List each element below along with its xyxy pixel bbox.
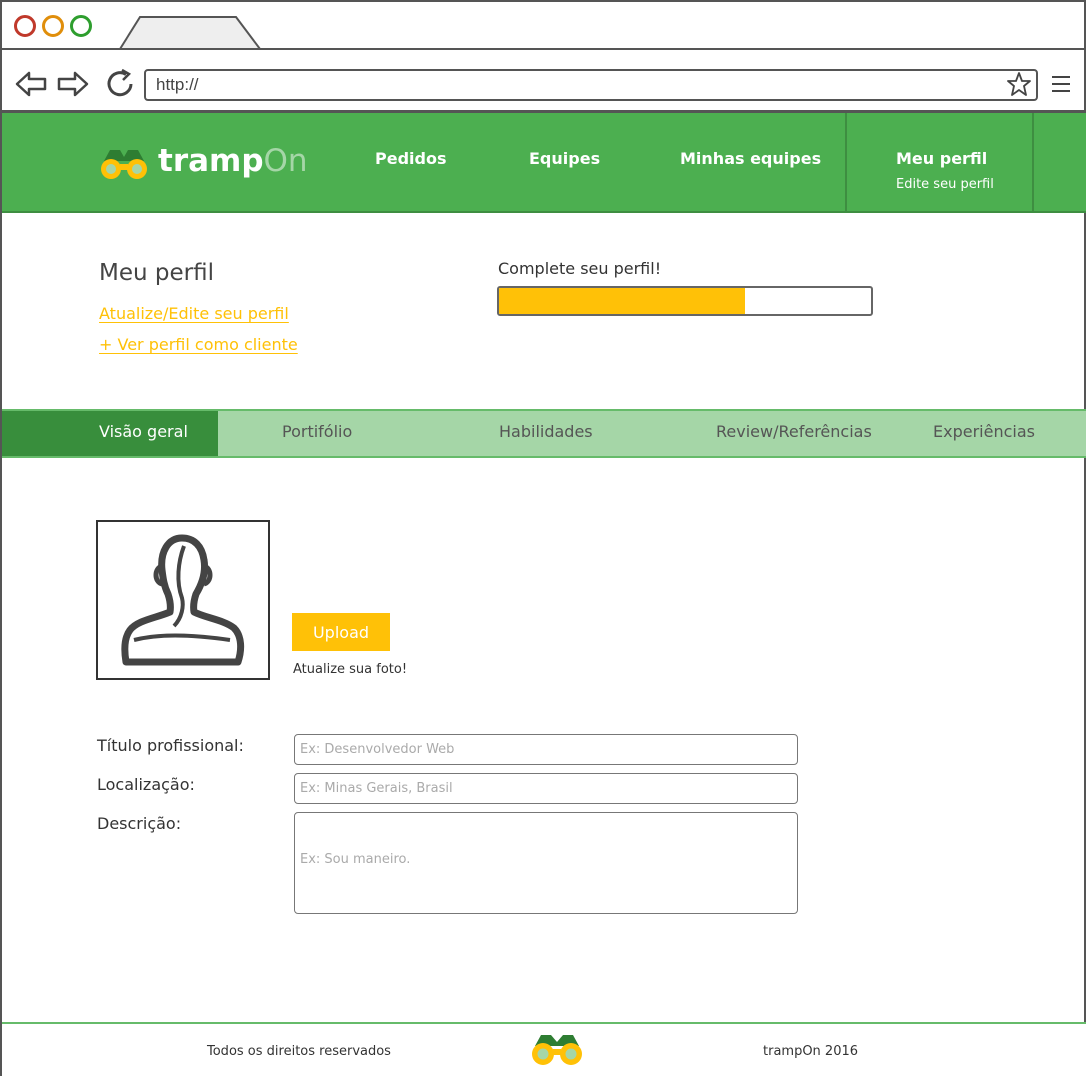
tab-habilidades[interactable]: Habilidades bbox=[499, 411, 593, 456]
tab-experiencias[interactable]: Experiências bbox=[933, 411, 1035, 456]
close-window-button[interactable] bbox=[14, 15, 36, 37]
browser-tab[interactable] bbox=[118, 16, 262, 50]
user-silhouette-icon bbox=[121, 534, 245, 666]
site-header: trampOn Pedidos Equipes Minhas equipes M… bbox=[2, 113, 1086, 213]
nav-pedidos[interactable]: Pedidos bbox=[375, 149, 446, 168]
logo-text-main: tramp bbox=[158, 143, 264, 179]
description-textarea[interactable] bbox=[294, 812, 798, 914]
profile-tabs: Visão geral Portifólio Habilidades Revie… bbox=[2, 409, 1086, 458]
minimize-window-button[interactable] bbox=[42, 15, 64, 37]
hamburger-menu-icon[interactable] bbox=[1052, 76, 1070, 92]
bookmark-star-icon[interactable] bbox=[1006, 71, 1032, 99]
edit-profile-link[interactable]: Atualize/Edite seu perfil bbox=[99, 304, 289, 323]
tab-visao-geral[interactable]: Visão geral bbox=[2, 411, 218, 456]
binoculars-icon bbox=[101, 150, 147, 179]
job-title-input[interactable] bbox=[294, 734, 798, 765]
profile-photo bbox=[96, 520, 270, 680]
reload-icon[interactable] bbox=[104, 68, 138, 100]
location-input[interactable] bbox=[294, 773, 798, 804]
footer-copyright: Todos os direitos reservados bbox=[207, 1044, 391, 1059]
logo-text-accent: On bbox=[263, 143, 308, 179]
page-title: Meu perfil bbox=[99, 260, 214, 286]
location-label: Localização: bbox=[97, 775, 195, 794]
view-as-client-link[interactable]: + Ver perfil como cliente bbox=[99, 335, 298, 354]
tab-review-referencias[interactable]: Review/Referências bbox=[716, 411, 872, 456]
site-footer: Todos os direitos reservados trampOn 201… bbox=[2, 1022, 1086, 1076]
upload-photo-button[interactable]: Upload bbox=[292, 613, 390, 651]
tab-strip-divider bbox=[2, 48, 1086, 50]
forward-arrow-icon[interactable] bbox=[56, 68, 90, 100]
profile-completion-fill bbox=[499, 288, 745, 314]
nav-meu-perfil-label: Meu perfil bbox=[896, 149, 988, 168]
site-logo[interactable]: trampOn bbox=[98, 143, 308, 183]
nav-meu-perfil[interactable]: Meu perfil Edite seu perfil bbox=[845, 113, 1034, 213]
tab-portifolio[interactable]: Portifólio bbox=[282, 411, 352, 456]
profile-completion-label: Complete seu perfil! bbox=[498, 259, 662, 278]
upload-photo-hint: Atualize sua foto! bbox=[293, 662, 408, 677]
profile-completion-bar bbox=[497, 286, 873, 316]
footer-brand-year: trampOn 2016 bbox=[763, 1044, 859, 1059]
job-title-label: Título profissional: bbox=[97, 736, 244, 755]
address-bar-text: http:// bbox=[156, 75, 199, 94]
logo-text: trampOn bbox=[158, 143, 308, 179]
binoculars-icon bbox=[532, 1035, 582, 1065]
description-label: Descrição: bbox=[97, 814, 182, 833]
nav-meu-perfil-sublabel: Edite seu perfil bbox=[896, 177, 994, 192]
address-bar[interactable]: http:// bbox=[144, 69, 1038, 101]
maximize-window-button[interactable] bbox=[70, 15, 92, 37]
nav-equipes[interactable]: Equipes bbox=[529, 149, 600, 168]
nav-minhas-equipes[interactable]: Minhas equipes bbox=[680, 149, 821, 168]
back-arrow-icon[interactable] bbox=[14, 68, 48, 100]
browser-window: http:// trampOn Pedidos Equipes Minhas e… bbox=[0, 0, 1086, 1076]
